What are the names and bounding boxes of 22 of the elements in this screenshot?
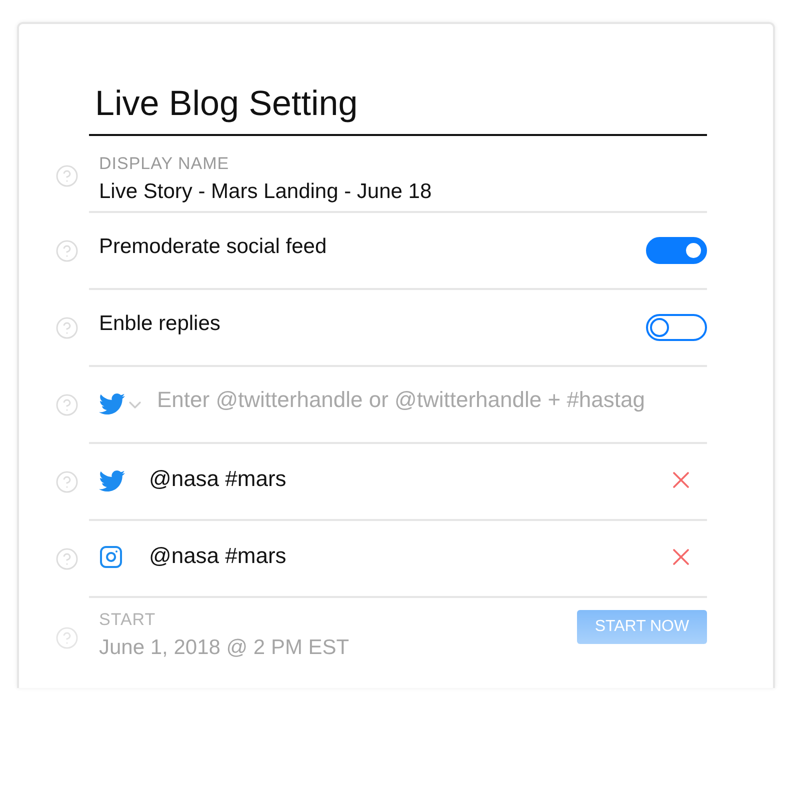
display-name-value: Live Story - Mars Landing - June 18 xyxy=(99,180,433,204)
help-icon[interactable] xyxy=(55,316,79,340)
bird-icon xyxy=(99,468,125,494)
help-icon[interactable] xyxy=(55,239,79,263)
help-icon[interactable] xyxy=(55,547,79,571)
setting-label: Enble replies xyxy=(99,312,222,336)
help-icon[interactable] xyxy=(55,626,79,650)
help-icon[interactable] xyxy=(55,393,79,417)
start-now-button[interactable]: START NOW xyxy=(577,610,707,644)
help-icon[interactable] xyxy=(55,470,79,494)
toggle-switch[interactable] xyxy=(646,314,707,341)
setting-label: Premoderate social feed xyxy=(99,235,328,259)
start-date: June 1, 2018 @ 2 PM EST xyxy=(99,636,350,660)
handle-text: @nasa #mars xyxy=(149,543,288,569)
camera-icon xyxy=(99,545,123,569)
help-icon[interactable] xyxy=(55,164,79,188)
page-title: Live Blog Setting xyxy=(89,80,707,136)
bird-icon xyxy=(99,391,125,417)
field-label: DISPLAY NAME xyxy=(99,154,230,174)
toggle-switch[interactable] xyxy=(646,237,707,264)
field-label: START xyxy=(99,610,157,630)
handle-text: @nasa #mars xyxy=(149,466,288,492)
